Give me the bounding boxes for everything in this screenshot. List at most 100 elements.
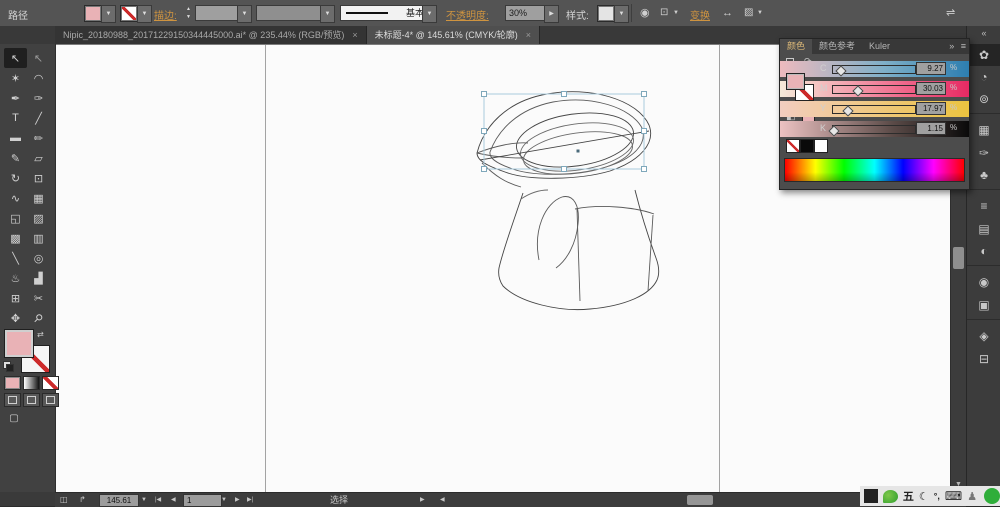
direct-selection-tool[interactable]: ↖ [27, 48, 50, 68]
pen-tool[interactable]: ✒ [4, 88, 27, 108]
gradient-button[interactable] [23, 376, 40, 390]
swatches-icon[interactable]: ▦ [967, 113, 1000, 142]
gradient-icon[interactable]: ▤ [967, 218, 1000, 240]
artboard-dropdown-icon[interactable]: ▼ [221, 493, 227, 507]
eraser-tool[interactable]: ▱ [27, 148, 50, 168]
workspace-switch-icon[interactable]: ⇌ [946, 5, 955, 21]
symbols-icon[interactable]: ♣ [967, 164, 1000, 186]
color-guide-icon[interactable]: ◔ [967, 66, 1000, 88]
horizontal-scrollbar-thumb[interactable] [687, 495, 713, 505]
type-tool[interactable]: T [4, 108, 27, 128]
style-dropdown-icon[interactable]: ▼ [614, 5, 629, 23]
stroke-panel-link[interactable]: 描边: [154, 7, 177, 22]
live-paint-tool[interactable]: ▨ [27, 208, 50, 228]
navigator-icon[interactable]: ⊚ [967, 88, 1000, 110]
soft-keyboard-icon[interactable]: ⌨ [945, 489, 962, 503]
paintbrush-tool[interactable]: ✏ [27, 128, 50, 148]
artboards-icon[interactable]: ⊟ [967, 348, 1000, 370]
dock-expand-icon[interactable]: « [967, 28, 1000, 38]
stroke-color-swatch[interactable] [120, 5, 138, 22]
gradient-tool[interactable]: ▥ [27, 228, 50, 248]
artboard-number-field[interactable]: 1 [183, 494, 222, 507]
shape-builder-tool[interactable]: ◱ [4, 208, 27, 228]
white-swatch[interactable] [814, 139, 828, 153]
channel-value-field[interactable]: 9.27 [916, 62, 946, 75]
none-swatch[interactable] [786, 139, 800, 153]
column-graph-tool[interactable]: ▟ [27, 268, 50, 288]
channel-value-field[interactable]: 17.97 [916, 102, 946, 115]
line-segment-tool[interactable]: ╱ [27, 108, 50, 128]
status-right-arrow-icon[interactable]: ▶ [420, 493, 425, 507]
zoom-level-field[interactable]: 145.61 [99, 494, 139, 507]
channel-value-field[interactable]: 1.15 [916, 122, 946, 135]
artboard-tool[interactable]: ⊞ [4, 288, 27, 308]
next-artboard-icon[interactable]: ▶ [235, 493, 240, 507]
fill-color-swatch[interactable] [84, 5, 102, 22]
panel-tab[interactable]: 颜色参考 [812, 39, 862, 54]
pen-variant-tool[interactable]: ✑ [27, 88, 50, 108]
blend-tool[interactable]: ◎ [27, 248, 50, 268]
select-similar-icon[interactable]: ⊡ [660, 5, 668, 21]
screen-mode-button[interactable]: ▢ [4, 412, 24, 426]
panel-tab[interactable]: Kuler [862, 39, 897, 54]
isolate-mode-icon[interactable]: ▨ [744, 5, 753, 21]
panel-menu-icon[interactable]: ≡ [961, 41, 966, 51]
vertical-scrollbar-thumb[interactable] [953, 247, 964, 269]
fill-dropdown-icon[interactable]: ▼ [101, 5, 116, 23]
tab-close-icon[interactable]: × [526, 30, 531, 40]
style-swatch[interactable] [597, 5, 615, 22]
document-tab[interactable]: Nipic_20180988_20171229150344445000.ai* … [55, 26, 367, 44]
fill-color-well[interactable] [4, 329, 34, 358]
align-icon[interactable]: ↔ [722, 5, 733, 21]
eyedropper-tool[interactable]: ╲ [4, 248, 27, 268]
transparency-icon[interactable]: ◐ [967, 240, 1000, 262]
magic-wand-tool[interactable]: ✶ [4, 68, 27, 88]
screen-mode-status-icon[interactable]: ◫ [60, 493, 68, 507]
zoom-dropdown-icon[interactable]: ▼ [141, 493, 147, 507]
first-artboard-icon[interactable]: |◀ [155, 493, 161, 507]
isolate-dropdown-icon[interactable]: ▼ [757, 5, 763, 21]
draw-inside-mode[interactable] [42, 393, 59, 407]
ime-mode-label[interactable]: 五 [903, 488, 914, 504]
ime-logo-icon[interactable] [883, 490, 898, 503]
pencil-tool[interactable]: ✎ [4, 148, 27, 168]
document-tab[interactable]: 未标题-4* @ 145.61% (CMYK/轮廓)× [367, 26, 540, 44]
opacity-field[interactable]: 30% [505, 5, 549, 21]
draw-behind-mode[interactable] [23, 393, 40, 407]
layers-icon[interactable]: ◈ [967, 319, 1000, 348]
symbol-sprayer-tool[interactable]: ♨ [4, 268, 27, 288]
panel-expand-icon[interactable]: » [949, 41, 954, 51]
width-tool[interactable]: ∿ [4, 188, 27, 208]
slider-track[interactable] [832, 125, 916, 134]
draw-normal-mode[interactable] [4, 393, 21, 407]
color-panel-icon[interactable]: ✿ [967, 44, 1000, 66]
brush-dropdown-icon[interactable]: ▼ [422, 5, 437, 23]
color-button[interactable] [4, 376, 21, 390]
rectangle-tool[interactable]: ▬ [4, 128, 27, 148]
color-spectrum-bar[interactable] [784, 158, 965, 182]
stroke-weight-field[interactable] [195, 5, 239, 21]
rotate-tool[interactable]: ↻ [4, 168, 27, 188]
fullwidth-moon-icon[interactable]: ☾ [919, 490, 929, 503]
slider-track[interactable] [832, 85, 916, 94]
lasso-tool[interactable]: ◠ [27, 68, 50, 88]
stroke-dropdown-icon[interactable]: ▼ [137, 5, 152, 23]
mesh-tool[interactable]: ▩ [4, 228, 27, 248]
black-swatch[interactable] [800, 139, 814, 153]
last-artboard-icon[interactable]: ▶| [247, 493, 253, 507]
launch-bridge-icon[interactable]: ↱ [79, 493, 86, 507]
variable-width-dropdown-icon[interactable]: ▼ [320, 5, 335, 23]
transform-panel-link[interactable]: 变换 [690, 7, 710, 22]
opacity-panel-link[interactable]: 不透明度: [446, 7, 489, 22]
swap-fill-stroke-icon[interactable]: ⇄ [37, 330, 44, 339]
channel-value-field[interactable]: 30.03 [916, 82, 946, 95]
ime-toolbox-icon[interactable]: ♟ [967, 490, 977, 503]
recolor-artwork-icon[interactable]: ◉ [640, 5, 650, 21]
stroke-weight-dropdown-icon[interactable]: ▼ [237, 5, 252, 23]
tab-close-icon[interactable]: × [352, 30, 357, 40]
perspective-grid-tool[interactable]: ▦ [27, 188, 50, 208]
brush-definition-field[interactable]: 基本 [340, 5, 428, 21]
panel-tab[interactable]: 颜色 [780, 39, 812, 54]
select-similar-dropdown-icon[interactable]: ▼ [673, 5, 679, 21]
variable-width-field[interactable] [256, 5, 326, 21]
